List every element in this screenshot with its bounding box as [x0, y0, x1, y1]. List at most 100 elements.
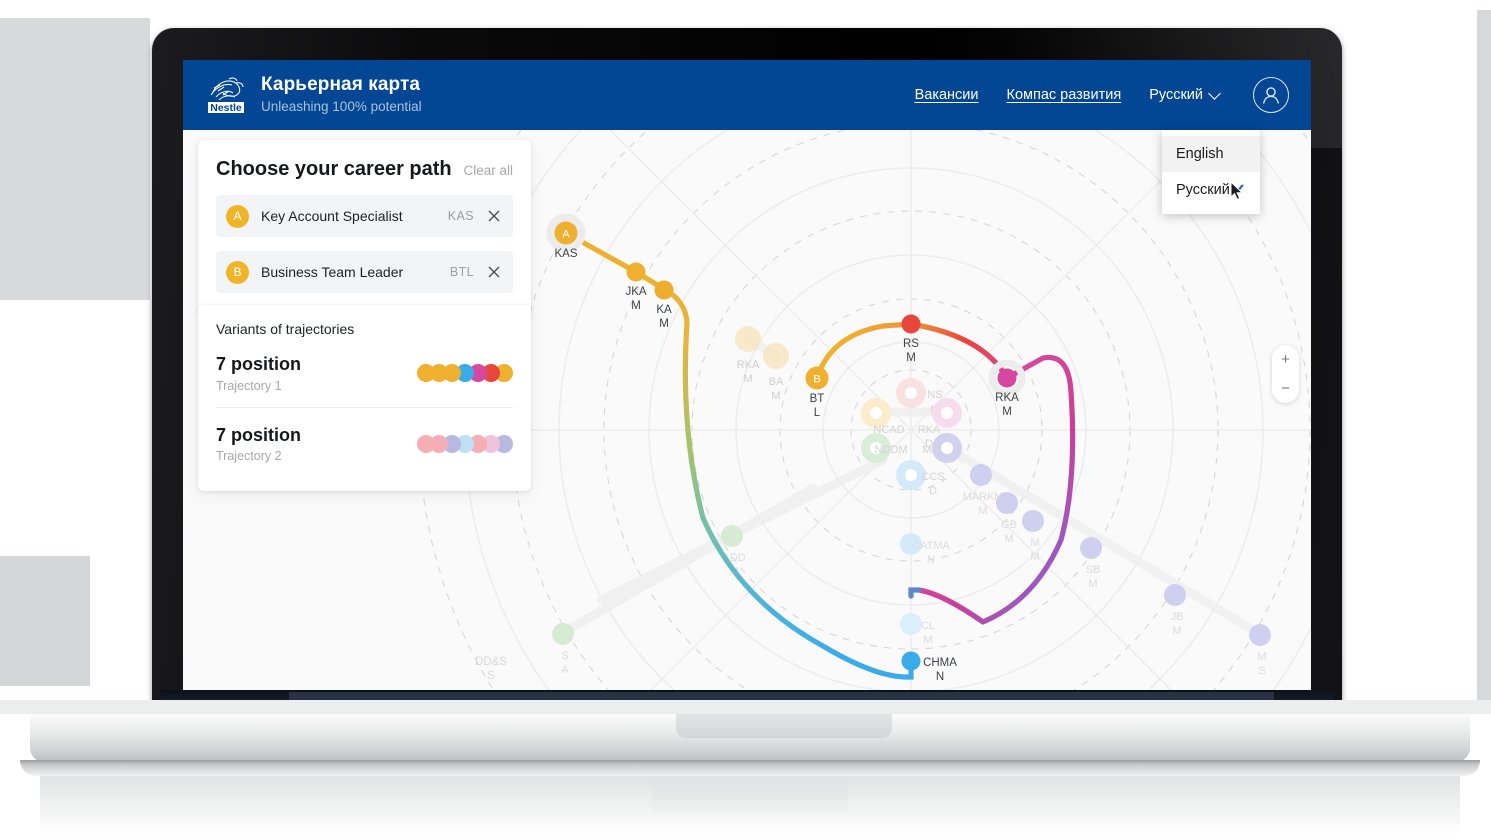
laptop-base-edge	[20, 760, 1480, 776]
trajectories-card-title: Variants of trajectories	[216, 321, 355, 337]
background-panel-right	[1477, 10, 1491, 700]
trajectory-1-count: 7 position	[216, 354, 301, 374]
svg-text:L: L	[814, 407, 821, 419]
svg-text:MD: MD	[922, 444, 939, 456]
language-switcher-label: Русский	[1149, 87, 1203, 103]
svg-text:JKA: JKA	[625, 286, 646, 298]
trajectory-2-label: Trajectory 2	[216, 449, 282, 464]
svg-text:M: M	[743, 373, 752, 385]
svg-text:M: M	[1257, 651, 1266, 663]
svg-text:DD&S: DD&S	[475, 656, 507, 668]
page-subtitle: Unleashing 100% potential	[261, 98, 422, 114]
close-icon[interactable]	[487, 209, 501, 223]
career-path-card-title: Choose your career path	[216, 158, 452, 180]
trajectory-dot	[417, 434, 435, 453]
trajectories-card: Variants of trajectories 7 position Traj…	[198, 305, 531, 492]
trajectory-row-1[interactable]: 7 position Trajectory 1	[216, 337, 513, 407]
svg-text:CHMA: CHMA	[923, 657, 957, 669]
svg-text:M: M	[978, 505, 987, 517]
svg-text:N: N	[936, 671, 944, 683]
trajectory-2-text: 7 position Trajectory 2	[216, 425, 301, 464]
avatar[interactable]	[1253, 77, 1289, 113]
svg-text:RS: RS	[903, 338, 919, 350]
svg-text:N: N	[927, 554, 935, 566]
career-path-name-btl: Business Team Leader	[261, 264, 404, 280]
nav-link-vacancies[interactable]: Вакансии	[915, 87, 979, 103]
svg-text:M: M	[906, 352, 916, 364]
svg-text:S: S	[561, 650, 568, 662]
svg-text:A: A	[561, 664, 569, 676]
svg-text:M: M	[1004, 533, 1013, 545]
svg-text:KAS: KAS	[554, 248, 577, 260]
svg-text:JB: JB	[1171, 611, 1184, 623]
career-path-item-btl[interactable]: B Business Team Leader BTL	[216, 251, 513, 293]
laptop-screen: RKA M BA M NS M NCAD RKA D	[183, 60, 1311, 700]
svg-text:M: M	[1002, 406, 1012, 418]
svg-text:D: D	[929, 485, 937, 497]
svg-text:S: S	[1258, 665, 1265, 677]
svg-text:RKA: RKA	[737, 359, 760, 371]
checkmark-icon: ✓	[1232, 182, 1246, 199]
map-node-jkam: JKA M	[625, 262, 647, 312]
trajectory-1-dots	[417, 364, 513, 383]
svg-text:SB: SB	[1086, 564, 1101, 576]
svg-text:KA: KA	[656, 304, 672, 316]
svg-text:CCS: CCS	[921, 471, 944, 483]
svg-text:M: M	[1088, 578, 1097, 590]
svg-text:RKA: RKA	[918, 424, 941, 436]
map-node-kas: A KAS	[546, 213, 586, 260]
svg-text:M: M	[659, 318, 669, 330]
background-panel-left-lower	[0, 556, 90, 686]
svg-text:M: M	[631, 300, 641, 312]
trajectory-path-b-link	[908, 587, 922, 599]
svg-text:M: M	[771, 390, 780, 402]
trajectory-row-2[interactable]: 7 position Trajectory 2	[216, 406, 513, 478]
chevron-down-icon	[1208, 86, 1221, 100]
svg-text:M: M	[923, 634, 932, 646]
laptop-base-lip	[676, 714, 892, 738]
page-title: Карьерная карта	[261, 73, 421, 95]
screenshot-stage: RKA M BA M NS M NCAD RKA D	[0, 0, 1491, 840]
app-header: Nestle Карьерная карта Unleashing 100% p…	[183, 60, 1311, 130]
svg-text:CL: CL	[921, 620, 935, 632]
career-path-badge-a: A	[226, 204, 249, 228]
svg-text:NS: NS	[927, 389, 942, 401]
zoom-in-button[interactable]: +	[1281, 352, 1290, 367]
svg-text:RKA: RKA	[995, 392, 1019, 404]
clear-all-button[interactable]: Clear all	[463, 163, 513, 178]
trajectory-1-label: Trajectory 1	[216, 378, 282, 393]
career-path-abbr-btl: BTL	[449, 265, 474, 279]
close-icon[interactable]	[487, 265, 501, 279]
language-option-english[interactable]: English	[1162, 136, 1260, 172]
career-path-abbr-kas: KAS	[447, 209, 474, 223]
laptop-base-lip-reflection	[652, 776, 848, 816]
svg-text:S: S	[487, 670, 495, 682]
language-dropdown-menu[interactable]: English Русский ✓	[1162, 130, 1260, 214]
svg-text:M: M	[1172, 625, 1181, 637]
svg-text:BA: BA	[769, 376, 784, 388]
brand-text: Карьерная карта Unleashing 100% potentia…	[261, 74, 422, 116]
language-option-russian[interactable]: Русский ✓	[1162, 172, 1260, 208]
nestle-logo-icon: Nestle	[207, 74, 247, 116]
map-node-kam: KA M	[654, 280, 674, 330]
career-path-card-header: Choose your career path Clear all	[216, 158, 513, 181]
career-path-card: Choose your career path Clear all A Key …	[198, 140, 531, 315]
background-panel-bottom	[0, 700, 1491, 714]
map-node-rsm: RS M	[901, 314, 921, 364]
svg-text:CATMA: CATMA	[912, 540, 950, 552]
career-path-item-kas[interactable]: A Key Account Specialist KAS	[216, 195, 513, 237]
career-path-badge-b: B	[226, 260, 249, 284]
trajectory-2-dots	[417, 434, 513, 453]
map-faded-nodes: RKA M BA M NS M NCAD RKA D	[475, 193, 1271, 682]
trajectory-1-text: 7 position Trajectory 1	[216, 354, 301, 393]
language-option-russian-label: Русский	[1176, 182, 1230, 198]
svg-text:GB: GB	[1001, 519, 1017, 531]
language-switcher-button[interactable]: Русский	[1149, 86, 1221, 103]
trajectory-2-count: 7 position	[216, 424, 301, 445]
svg-text:B: B	[813, 374, 820, 386]
zoom-out-button[interactable]: −	[1281, 381, 1290, 396]
career-path-name-kas: Key Account Specialist	[261, 208, 403, 224]
nav-link-development-compass[interactable]: Компас развития	[1007, 87, 1122, 103]
map-zoom-control[interactable]: + −	[1272, 345, 1299, 403]
main-nav: Вакансии Компас развития Русский	[915, 77, 1289, 113]
